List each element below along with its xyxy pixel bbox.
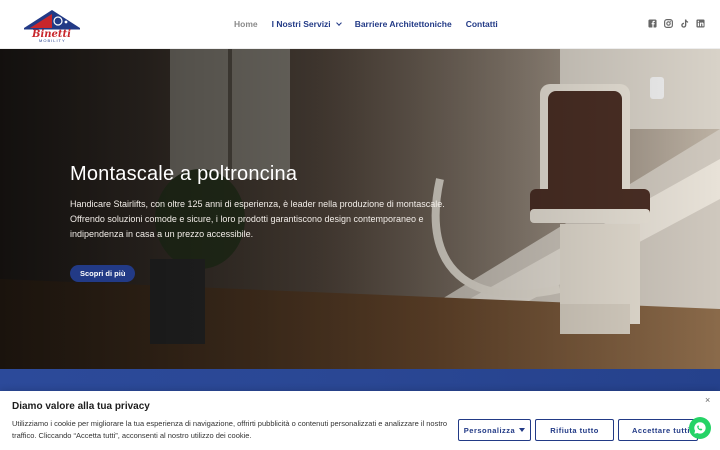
site-header: Binetti MOBILITY Home I Nostri Servizi B… bbox=[0, 0, 720, 49]
nav-item-barriere[interactable]: Barriere Architettoniche bbox=[355, 19, 452, 29]
whatsapp-icon bbox=[694, 422, 706, 434]
hero-description: Handicare Stairlifts, con oltre 125 anni… bbox=[70, 199, 445, 239]
cookie-banner: Diamo valore alla tua privacy Utilizziam… bbox=[0, 391, 720, 450]
social-links bbox=[648, 19, 705, 28]
discover-more-button[interactable]: Scopri di più bbox=[70, 265, 136, 282]
accept-all-button[interactable]: Accettare tutti bbox=[618, 419, 698, 441]
reject-all-button[interactable]: Rifiuta tutto bbox=[535, 419, 614, 441]
logo-subtext: MOBILITY bbox=[39, 38, 66, 43]
nav-item-home[interactable]: Home bbox=[234, 19, 258, 29]
hero-section: Montascale a poltroncina Handicare Stair… bbox=[0, 49, 720, 369]
chevron-down-icon bbox=[335, 19, 342, 26]
nav-item-servizi[interactable]: I Nostri Servizi bbox=[271, 19, 342, 29]
tiktok-icon[interactable] bbox=[680, 19, 689, 28]
cookie-title: Diamo valore alla tua privacy bbox=[12, 401, 150, 412]
close-icon[interactable]: × bbox=[705, 396, 710, 405]
caret-down-icon bbox=[519, 428, 526, 432]
hero-title: Montascale a poltroncina bbox=[70, 163, 298, 185]
nav-item-contatti[interactable]: Contatti bbox=[466, 19, 498, 29]
whatsapp-button[interactable] bbox=[689, 417, 711, 439]
main-nav: Home I Nostri Servizi Barriere Architett… bbox=[234, 19, 512, 29]
nav-item-servizi-label: I Nostri Servizi bbox=[271, 19, 331, 29]
customize-button[interactable]: Personalizza bbox=[458, 419, 531, 441]
linkedin-icon[interactable] bbox=[696, 19, 705, 28]
facebook-icon[interactable] bbox=[648, 19, 657, 28]
customize-button-label: Personalizza bbox=[463, 425, 516, 435]
cookie-description: Utilizziamo i cookie per migliorare la t… bbox=[12, 419, 448, 440]
instagram-icon[interactable] bbox=[664, 19, 673, 28]
